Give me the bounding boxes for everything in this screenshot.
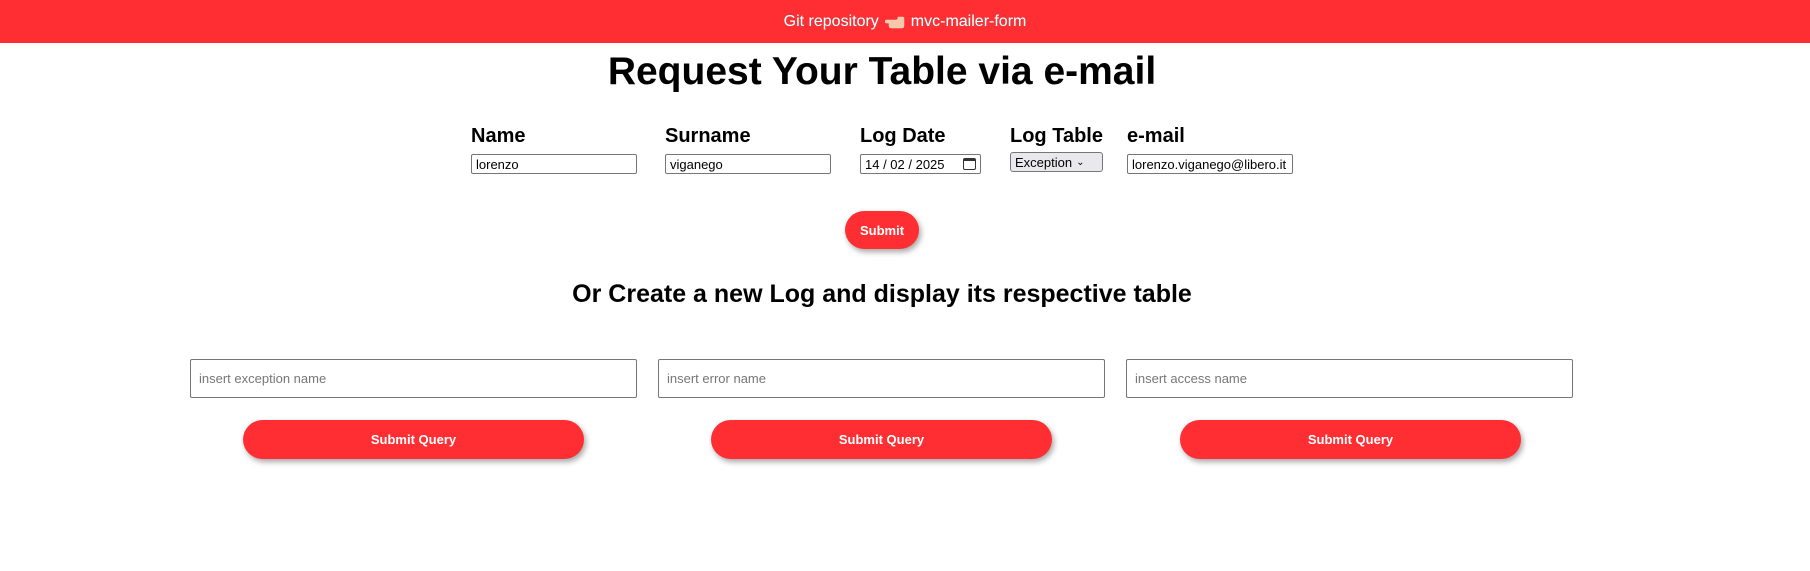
log-date-value: 14 / 02 / 2025 bbox=[865, 156, 945, 172]
page-title: Request Your Table via e-mail bbox=[607, 50, 1157, 93]
log-date-input[interactable]: 14 / 02 / 2025 bbox=[860, 154, 981, 174]
log-table-label: Log Table bbox=[1010, 125, 1103, 147]
submit-error-button[interactable]: Submit Query bbox=[711, 420, 1052, 459]
repo-name: mvc-mailer-form bbox=[910, 12, 1027, 30]
chevron-down-icon: ⌄ bbox=[1076, 156, 1085, 168]
surname-field-group: Surname bbox=[665, 122, 831, 174]
name-label: Name bbox=[471, 125, 526, 147]
log-date-field-group: Log Date 14 / 02 / 2025 bbox=[860, 122, 981, 174]
submit-access-button[interactable]: Submit Query bbox=[1180, 420, 1521, 459]
log-table-value: Exception bbox=[1015, 154, 1073, 170]
log-table-field-group: Log Table Exception ⌄ bbox=[1010, 122, 1103, 172]
submit-button[interactable]: Submit bbox=[845, 211, 919, 249]
submit-exception-button[interactable]: Submit Query bbox=[243, 420, 584, 459]
create-log-title: Or Create a new Log and display its resp… bbox=[572, 280, 1192, 308]
git-repository-link[interactable]: Git repository mvc-mailer-form bbox=[784, 13, 1027, 31]
exception-name-input[interactable] bbox=[190, 359, 637, 398]
access-name-input[interactable] bbox=[1126, 359, 1573, 398]
top-bar: Git repository mvc-mailer-form bbox=[0, 0, 1810, 43]
log-table-select[interactable]: Exception ⌄ bbox=[1010, 152, 1103, 172]
calendar-icon[interactable] bbox=[963, 158, 976, 170]
name-input[interactable] bbox=[471, 154, 637, 174]
repo-label: Git repository bbox=[783, 12, 879, 30]
email-input[interactable] bbox=[1127, 154, 1293, 174]
email-label: e-mail bbox=[1127, 125, 1185, 147]
surname-label: Surname bbox=[665, 125, 751, 147]
name-field-group: Name bbox=[471, 122, 637, 174]
pointing-hand-icon bbox=[884, 15, 905, 29]
log-date-label: Log Date bbox=[860, 125, 946, 147]
error-name-input[interactable] bbox=[658, 359, 1105, 398]
surname-input[interactable] bbox=[665, 154, 831, 174]
email-field-group: e-mail bbox=[1127, 122, 1293, 174]
